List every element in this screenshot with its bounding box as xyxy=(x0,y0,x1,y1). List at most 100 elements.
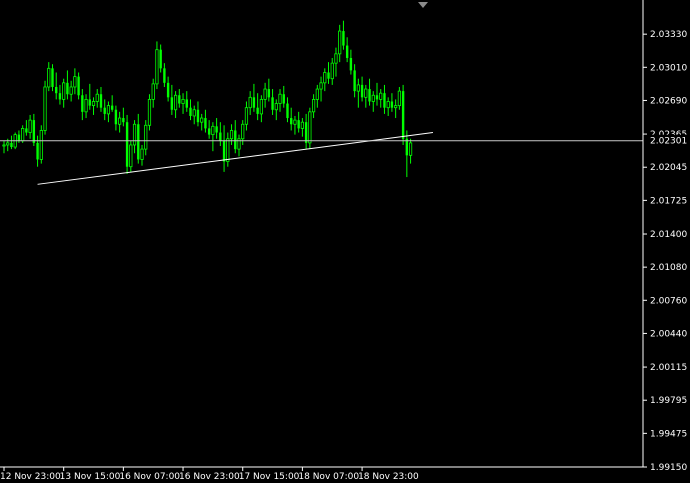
candle xyxy=(122,107,125,127)
candle-body xyxy=(110,105,114,110)
candle xyxy=(106,101,111,123)
candle-body xyxy=(196,109,200,123)
candle xyxy=(338,24,342,63)
candle xyxy=(330,57,334,85)
candle xyxy=(282,85,285,108)
time-tick-label: 18 Nov 23:00 xyxy=(358,472,419,482)
candle xyxy=(222,125,226,172)
candle xyxy=(81,89,84,121)
candle xyxy=(353,64,356,98)
candle-body xyxy=(234,130,237,150)
candle xyxy=(47,62,51,92)
candle-body xyxy=(267,89,271,98)
candle xyxy=(58,84,62,105)
candle-body xyxy=(144,124,148,150)
candle-body xyxy=(10,142,13,148)
candle xyxy=(118,111,122,133)
candle xyxy=(248,91,252,115)
candle-body xyxy=(278,93,282,104)
candle-body xyxy=(207,128,211,135)
candle-body xyxy=(55,86,58,94)
candle-body xyxy=(91,101,96,107)
candle-body xyxy=(308,111,312,144)
candle xyxy=(170,84,174,115)
candle-body xyxy=(219,132,222,141)
candle-body xyxy=(185,99,188,108)
candle xyxy=(274,99,278,121)
candle-body xyxy=(151,83,155,100)
candle xyxy=(356,78,360,108)
candle-body xyxy=(66,82,69,95)
candle xyxy=(345,37,349,63)
candle-body xyxy=(173,94,178,111)
price-tick-label: 2.01725 xyxy=(650,196,687,206)
candle-body xyxy=(282,94,285,104)
candle xyxy=(10,135,13,150)
candle-body xyxy=(327,72,330,79)
candle-body xyxy=(386,101,390,109)
candle xyxy=(219,122,222,147)
candle-body xyxy=(125,122,129,167)
candle-body xyxy=(95,93,99,102)
candle-body xyxy=(286,103,289,119)
candle xyxy=(286,97,289,123)
candle-body xyxy=(397,90,401,107)
candle-body xyxy=(204,118,207,129)
candle-body xyxy=(88,99,91,106)
candle-body xyxy=(408,142,413,156)
candle-body xyxy=(371,94,375,102)
candle-body xyxy=(69,86,73,95)
price-tick-label: 2.00115 xyxy=(650,363,687,373)
candle xyxy=(181,93,185,114)
price-tick-label: 2.03010 xyxy=(650,63,687,73)
candle-body xyxy=(360,84,364,98)
candle xyxy=(91,97,96,115)
candle-body xyxy=(106,105,111,115)
candle-body xyxy=(338,30,342,55)
price-tick-label: 2.02045 xyxy=(650,163,687,173)
time-tick-label: 12 Nov 23:00 xyxy=(0,472,61,482)
candle-body xyxy=(39,130,43,160)
candle-body xyxy=(32,120,36,143)
candle-body xyxy=(293,119,297,125)
candle-body xyxy=(77,76,80,96)
candle xyxy=(375,82,379,106)
candle xyxy=(241,120,245,145)
time-tick-label: 17 Nov 15:00 xyxy=(239,472,300,482)
candle xyxy=(200,113,204,131)
chart-shift-marker-icon[interactable] xyxy=(418,2,428,8)
candle xyxy=(137,113,140,164)
candle xyxy=(173,91,178,119)
candle xyxy=(263,82,267,108)
candle-body xyxy=(401,91,405,139)
price-axis: 2.033302.030102.026902.023652.020452.017… xyxy=(643,30,687,473)
candle-body xyxy=(300,121,305,129)
candle xyxy=(2,140,6,154)
candle xyxy=(360,76,364,102)
candle xyxy=(397,86,401,110)
candle-body xyxy=(21,127,25,142)
candle xyxy=(390,93,394,112)
candle xyxy=(211,122,215,152)
candle xyxy=(28,114,32,139)
candle xyxy=(252,83,256,112)
candle-body xyxy=(178,95,181,104)
candle xyxy=(383,84,386,114)
candle xyxy=(311,94,316,119)
candle xyxy=(62,78,66,108)
candle xyxy=(229,124,234,145)
candle-body xyxy=(263,88,267,100)
candle xyxy=(159,44,162,73)
price-tick-label: 2.00760 xyxy=(650,296,687,306)
candle xyxy=(319,76,323,102)
candle-body xyxy=(137,124,140,160)
candle-body xyxy=(248,96,252,109)
candle xyxy=(73,68,77,95)
candle xyxy=(334,47,338,77)
candle-body xyxy=(2,144,6,147)
candle-body xyxy=(215,126,218,133)
candle xyxy=(95,89,99,108)
candle xyxy=(323,68,327,92)
candle-body xyxy=(356,84,360,92)
candle xyxy=(327,62,330,84)
